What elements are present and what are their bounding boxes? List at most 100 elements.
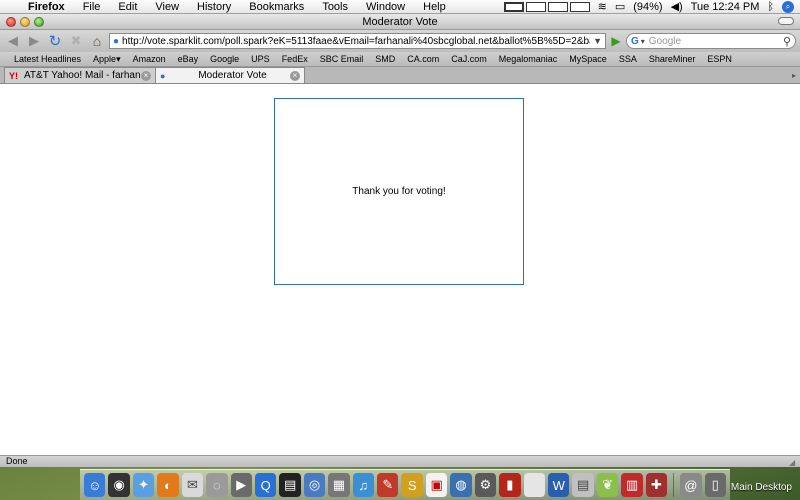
dock: ☺ ◉ ✦ ◐ ✉ ◌ ▶ Q ▤ ◎ ▦ ♫ ✎ S ▣ ◍ ⚙ ▮ W ▤ … [80,469,730,500]
search-icon[interactable]: ⚲ [783,35,791,48]
tab-list-icon[interactable]: ▸ [788,67,800,83]
bookmarks-toolbar: Latest Headlines Apple▾ Amazon eBay Goog… [0,52,800,67]
title-bar[interactable]: Moderator Vote [0,14,800,30]
resize-grip-icon[interactable]: ◢ [789,457,798,467]
bookmark-item[interactable]: FedEx [276,54,314,64]
app-icon[interactable]: ✚ [645,473,668,497]
bookmark-item[interactable]: eBay [172,54,205,64]
dvd-icon[interactable]: ◎ [303,473,326,497]
back-button[interactable]: ◀ [4,32,22,50]
menu-bar: Firefox File Edit View History Bookmarks… [0,0,800,14]
system-icon[interactable]: ◍ [450,473,472,497]
menu-app-firefox[interactable]: Firefox [24,1,74,13]
browser-window: Moderator Vote ◀ ▶ ↻ ✖ ⌂ ● http://vote.s… [0,14,800,467]
finder-icon[interactable]: ☺ [84,473,106,497]
home-button[interactable]: ⌂ [88,32,106,50]
menu-history[interactable]: History [188,1,240,13]
menu-window[interactable]: Window [357,1,414,13]
navigation-toolbar: ◀ ▶ ↻ ✖ ⌂ ● http://vote.sparklit.com/pol… [0,30,800,52]
leaf-icon[interactable]: ❦ [596,473,619,497]
window-title: Moderator Vote [362,15,438,28]
safari-icon[interactable]: ✦ [132,473,155,497]
menu-bookmarks[interactable]: Bookmarks [240,1,313,13]
dashboard-icon[interactable]: ◉ [108,473,130,497]
bookmark-item[interactable]: SSA [613,54,643,64]
battery-icon[interactable]: ▭ [615,0,625,13]
firefox-icon[interactable]: ◐ [157,473,179,497]
menu-file[interactable]: File [74,1,110,13]
photo-icon[interactable]: ▥ [621,473,643,497]
address-icon[interactable]: @ [680,473,702,497]
space-4-icon[interactable] [569,1,590,12]
bookmark-item[interactable]: UPS [245,54,276,64]
bookmark-item[interactable]: SBC Email [314,54,370,64]
zoom-window-icon[interactable] [34,16,44,27]
space-2-icon[interactable] [525,1,546,12]
minimize-window-icon[interactable] [20,16,30,27]
bluetooth-icon[interactable]: ᛒ [767,1,774,13]
bookmark-item[interactable]: SMD [369,54,401,64]
menu-edit[interactable]: Edit [109,1,146,13]
url-input[interactable]: http://vote.sparklit.com/poll.spark?eK=5… [122,36,590,47]
word-icon[interactable]: W [548,473,570,497]
quicktime-icon[interactable]: Q [254,473,277,497]
server-icon[interactable]: S [401,473,423,497]
wifi-icon[interactable]: ≋ [598,0,607,13]
tab-moderator-vote[interactable]: ● Moderator Vote × [155,67,305,83]
book-icon[interactable]: ▮ [499,473,521,497]
bookmark-item[interactable]: MySpace [563,54,613,64]
mail-icon[interactable]: ✉ [181,473,204,497]
stop-button[interactable]: ✖ [67,32,85,50]
space-3-icon[interactable] [547,1,568,12]
bookmark-item[interactable]: Megalomaniac [493,54,564,64]
bookmark-item[interactable]: ESPN [701,54,738,64]
itunes-icon[interactable]: ♫ [352,473,375,497]
reload-button[interactable]: ↻ [46,32,64,50]
menu-view[interactable]: View [146,1,188,13]
desktop-label: Main Desktop [730,482,792,493]
bookmark-item[interactable]: Amazon [127,54,172,64]
url-dropdown-icon[interactable]: ▼ [590,36,602,46]
utility-icon[interactable]: ▦ [328,473,350,497]
bookmark-item[interactable]: Google [204,54,245,64]
menu-help[interactable]: Help [414,1,455,13]
tab-yahoo-mail[interactable]: Y! AT&T Yahoo! Mail - farhanali@... × [4,67,156,83]
go-button[interactable]: ▶ [609,34,623,48]
spaces-switcher[interactable] [503,1,590,12]
globe-favicon-icon: ● [160,70,166,81]
close-tab-icon[interactable]: × [141,70,151,81]
space-1-icon[interactable] [503,1,524,12]
search-box[interactable]: G ▾ Google ⚲ [626,33,796,49]
thank-you-message: Thank you for voting! [352,186,446,197]
apple-icon[interactable] [523,473,546,497]
close-window-icon[interactable] [6,16,16,27]
spotlight-icon[interactable]: ⌕ [782,0,794,13]
url-bar[interactable]: ● http://vote.sparklit.com/poll.spark?eK… [109,33,606,49]
trash-icon[interactable]: ▯ [704,473,726,497]
tab-strip: Y! AT&T Yahoo! Mail - farhanali@... × ● … [0,67,800,84]
close-tab-icon[interactable]: × [290,70,300,81]
bookmark-item[interactable]: Latest Headlines [8,54,87,64]
menu-tools[interactable]: Tools [313,1,357,13]
dock-separator [673,473,675,497]
video-icon[interactable]: ▶ [230,473,252,497]
menu-extras: ≋ ▭ (94%) ◀) Tue 12:24 PM ᛒ ⌕ [503,0,800,13]
google-engine-icon[interactable]: G [631,36,639,47]
engine-dropdown-icon[interactable]: ▾ [641,37,645,46]
bookmark-item[interactable]: CA.com [401,54,445,64]
calendar-icon[interactable]: ▣ [425,473,448,497]
page-content: Thank you for voting! [0,84,800,453]
volume-icon[interactable]: ◀) [671,0,683,13]
bookmark-item[interactable]: CaJ.com [445,54,493,64]
clapboard-icon[interactable]: ▤ [279,473,301,497]
toolbar-toggle-icon[interactable] [778,17,794,25]
pen-icon[interactable]: ✎ [377,473,399,497]
document-icon[interactable]: ▤ [572,473,594,497]
ichat-icon[interactable]: ◌ [206,473,228,497]
search-input[interactable]: Google [649,36,783,47]
bookmark-item[interactable]: Apple▾ [87,54,127,65]
forward-button[interactable]: ▶ [25,32,43,50]
clock[interactable]: Tue 12:24 PM [691,1,760,13]
bookmark-item[interactable]: ShareMiner [643,54,702,64]
tools-icon[interactable]: ⚙ [474,473,497,497]
